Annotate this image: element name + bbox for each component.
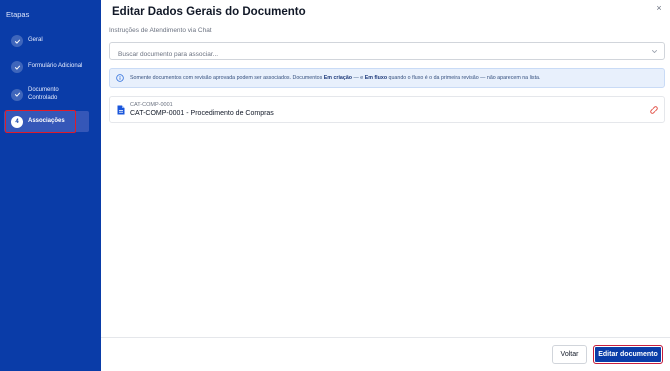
close-icon[interactable]: × xyxy=(654,3,664,13)
back-button[interactable]: Voltar xyxy=(552,345,587,364)
info-text: Somente documentos com revisão aprovada … xyxy=(130,75,541,81)
edit-document-panel: Editar Dados Gerais do Documento × Instr… xyxy=(101,0,670,371)
info-alert: Somente documentos com revisão aprovada … xyxy=(109,68,665,88)
check-icon xyxy=(11,88,23,101)
step-formulario-adicional[interactable]: Formulário Adicional xyxy=(4,60,89,74)
associated-document-item: CAT-COMP-0001 CAT-COMP-0001 - Procedimen… xyxy=(109,96,665,123)
edit-document-button[interactable]: Editar documento xyxy=(593,345,663,364)
chevron-down-icon xyxy=(651,50,658,53)
step-label: Formulário Adicional xyxy=(28,63,83,70)
check-icon xyxy=(11,35,23,47)
unlink-icon[interactable] xyxy=(650,106,658,114)
sidebar-title: Etapas xyxy=(6,10,30,19)
document-icon xyxy=(117,105,125,115)
info-icon xyxy=(116,74,124,82)
check-icon xyxy=(11,61,23,73)
highlight-frame xyxy=(5,110,76,133)
step-label-line2: Controlado xyxy=(28,94,58,101)
steps-sidebar: Etapas Geral Formulário Adicional Docume… xyxy=(0,0,101,371)
page-subtitle: Instruções de Atendimento via Chat xyxy=(109,27,212,34)
search-input[interactable] xyxy=(110,46,664,63)
document-name: CAT-COMP-0001 - Procedimento de Compras xyxy=(130,110,274,117)
footer-divider xyxy=(101,337,670,338)
step-label: Documento Controlado xyxy=(28,87,59,102)
step-label: Geral xyxy=(28,37,43,44)
step-documento-controlado[interactable]: Documento Controlado xyxy=(4,86,89,103)
page-title: Editar Dados Gerais do Documento xyxy=(112,6,306,18)
step-label-line1: Documento xyxy=(28,87,59,93)
step-geral[interactable]: Geral xyxy=(4,34,89,48)
document-search-select[interactable] xyxy=(109,42,665,63)
document-code: CAT-COMP-0001 xyxy=(130,102,173,108)
